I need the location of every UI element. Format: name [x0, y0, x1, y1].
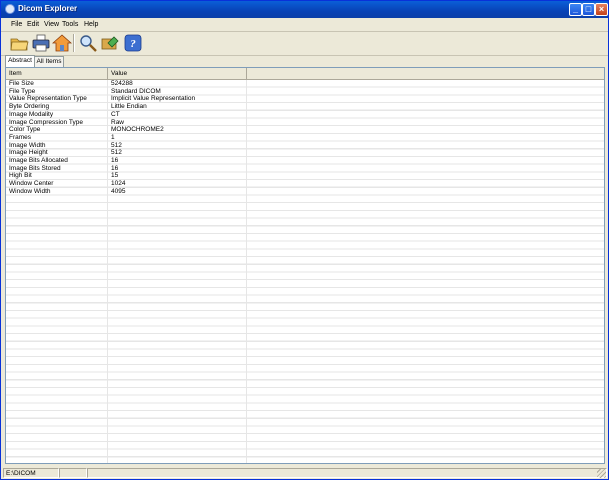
cell-item: Image Width [9, 141, 46, 149]
table-row[interactable]: Byte Ordering Little Endian [6, 103, 604, 111]
cell-item: Value Representation Type [9, 95, 87, 103]
toolbar-separator [73, 34, 75, 52]
table-row[interactable]: Image Height 512 [6, 149, 604, 157]
status-path: E:\DICOM [3, 468, 59, 478]
cell-item: Image Modality [9, 110, 54, 118]
help-icon[interactable]: ? [123, 33, 143, 53]
cell-value: Standard DICOM [111, 87, 161, 95]
status-bar: E:\DICOM [1, 467, 608, 479]
cell-value: 15 [111, 172, 119, 180]
menu-bar: File Edit View Tools Help [1, 18, 608, 32]
zoom-icon[interactable] [78, 33, 98, 53]
cell-item: Image Bits Allocated [9, 157, 68, 164]
cell-value: CT [111, 110, 120, 118]
list-header: Item Value [6, 68, 604, 80]
cell-item: Window Width [9, 187, 51, 195]
cell-item: Frames [9, 133, 32, 141]
title-bar[interactable]: Dicom Explorer _ □ × [1, 1, 608, 18]
details-list[interactable]: Item Value File Size 524288 File Type Stand… [5, 67, 605, 464]
status-panel [59, 468, 87, 478]
svg-text:?: ? [130, 38, 136, 50]
table-row[interactable]: File Size 524288 [6, 80, 604, 88]
cell-item: Image Height [9, 149, 48, 157]
menu-edit[interactable]: Edit [27, 20, 39, 29]
cell-item: Color Type [9, 126, 41, 134]
cell-item: High Bit [9, 172, 32, 180]
app-window: Dicom Explorer _ □ × File Edit View Tool… [0, 0, 609, 480]
table-row[interactable]: Image Modality CT [6, 111, 604, 119]
cell-item: Image Bits Stored [9, 164, 61, 172]
cell-item: Byte Ordering [9, 103, 50, 111]
cell-value: 524288 [111, 80, 133, 87]
table-row[interactable]: Image Compression Type Raw [6, 119, 604, 127]
print-icon[interactable] [31, 33, 51, 53]
cell-value: 4095 [111, 187, 126, 195]
menu-tools[interactable]: Tools [62, 20, 78, 29]
table-row[interactable]: Color Type MONOCHROME2 [6, 126, 604, 134]
table-row[interactable]: Value Representation Type Implicit Value … [6, 95, 604, 103]
menu-file[interactable]: File [11, 20, 22, 29]
table-row[interactable]: Image Bits Stored 16 [6, 165, 604, 173]
cell-value: 512 [111, 141, 122, 149]
cell-item: File Type [9, 87, 36, 95]
cell-value: Implicit Value Representation [111, 95, 196, 103]
cell-value: 1 [111, 133, 115, 141]
table-row[interactable]: Window Width 4095 [6, 188, 604, 196]
cell-item: Image Compression Type [9, 118, 83, 126]
cell-value: 16 [111, 164, 119, 172]
menu-view[interactable]: View [44, 20, 59, 29]
maximize-icon[interactable]: □ [582, 3, 595, 16]
cell-value: 16 [111, 157, 119, 164]
cell-value: Raw [111, 118, 125, 126]
table-row[interactable]: Image Width 512 [6, 142, 604, 150]
table-row[interactable]: File Type Standard DICOM [6, 88, 604, 96]
cell-item: Window Center [9, 180, 54, 188]
home-icon[interactable] [51, 33, 73, 53]
cell-item: File Size [9, 80, 34, 87]
tab-abstract[interactable]: Abstract [5, 55, 35, 67]
table-row[interactable]: Image Bits Allocated 16 [6, 157, 604, 165]
app-icon[interactable] [5, 4, 15, 14]
status-panel [87, 468, 607, 478]
menu-help[interactable]: Help [84, 20, 98, 29]
cell-value: MONOCHROME2 [111, 126, 164, 134]
table-row[interactable]: Window Center 1024 [6, 180, 604, 188]
open-folder-icon[interactable] [9, 33, 29, 53]
minimize-icon[interactable]: _ [569, 3, 582, 16]
window-title: Dicom Explorer [18, 4, 78, 13]
column-header-value[interactable]: Value [108, 68, 247, 79]
cell-value: 512 [111, 149, 122, 157]
close-icon[interactable]: × [595, 3, 608, 16]
tab-all-items[interactable]: All Items [34, 56, 64, 67]
table-row[interactable]: High Bit 15 [6, 172, 604, 180]
cell-value: Little Endian [111, 103, 147, 111]
resize-grip[interactable] [597, 469, 606, 478]
cell-value: 1024 [111, 180, 126, 188]
column-header-item[interactable]: Item [6, 68, 108, 79]
toolbar: ? [1, 31, 608, 56]
export-icon[interactable] [100, 33, 120, 53]
table-row[interactable]: Frames 1 [6, 134, 604, 142]
